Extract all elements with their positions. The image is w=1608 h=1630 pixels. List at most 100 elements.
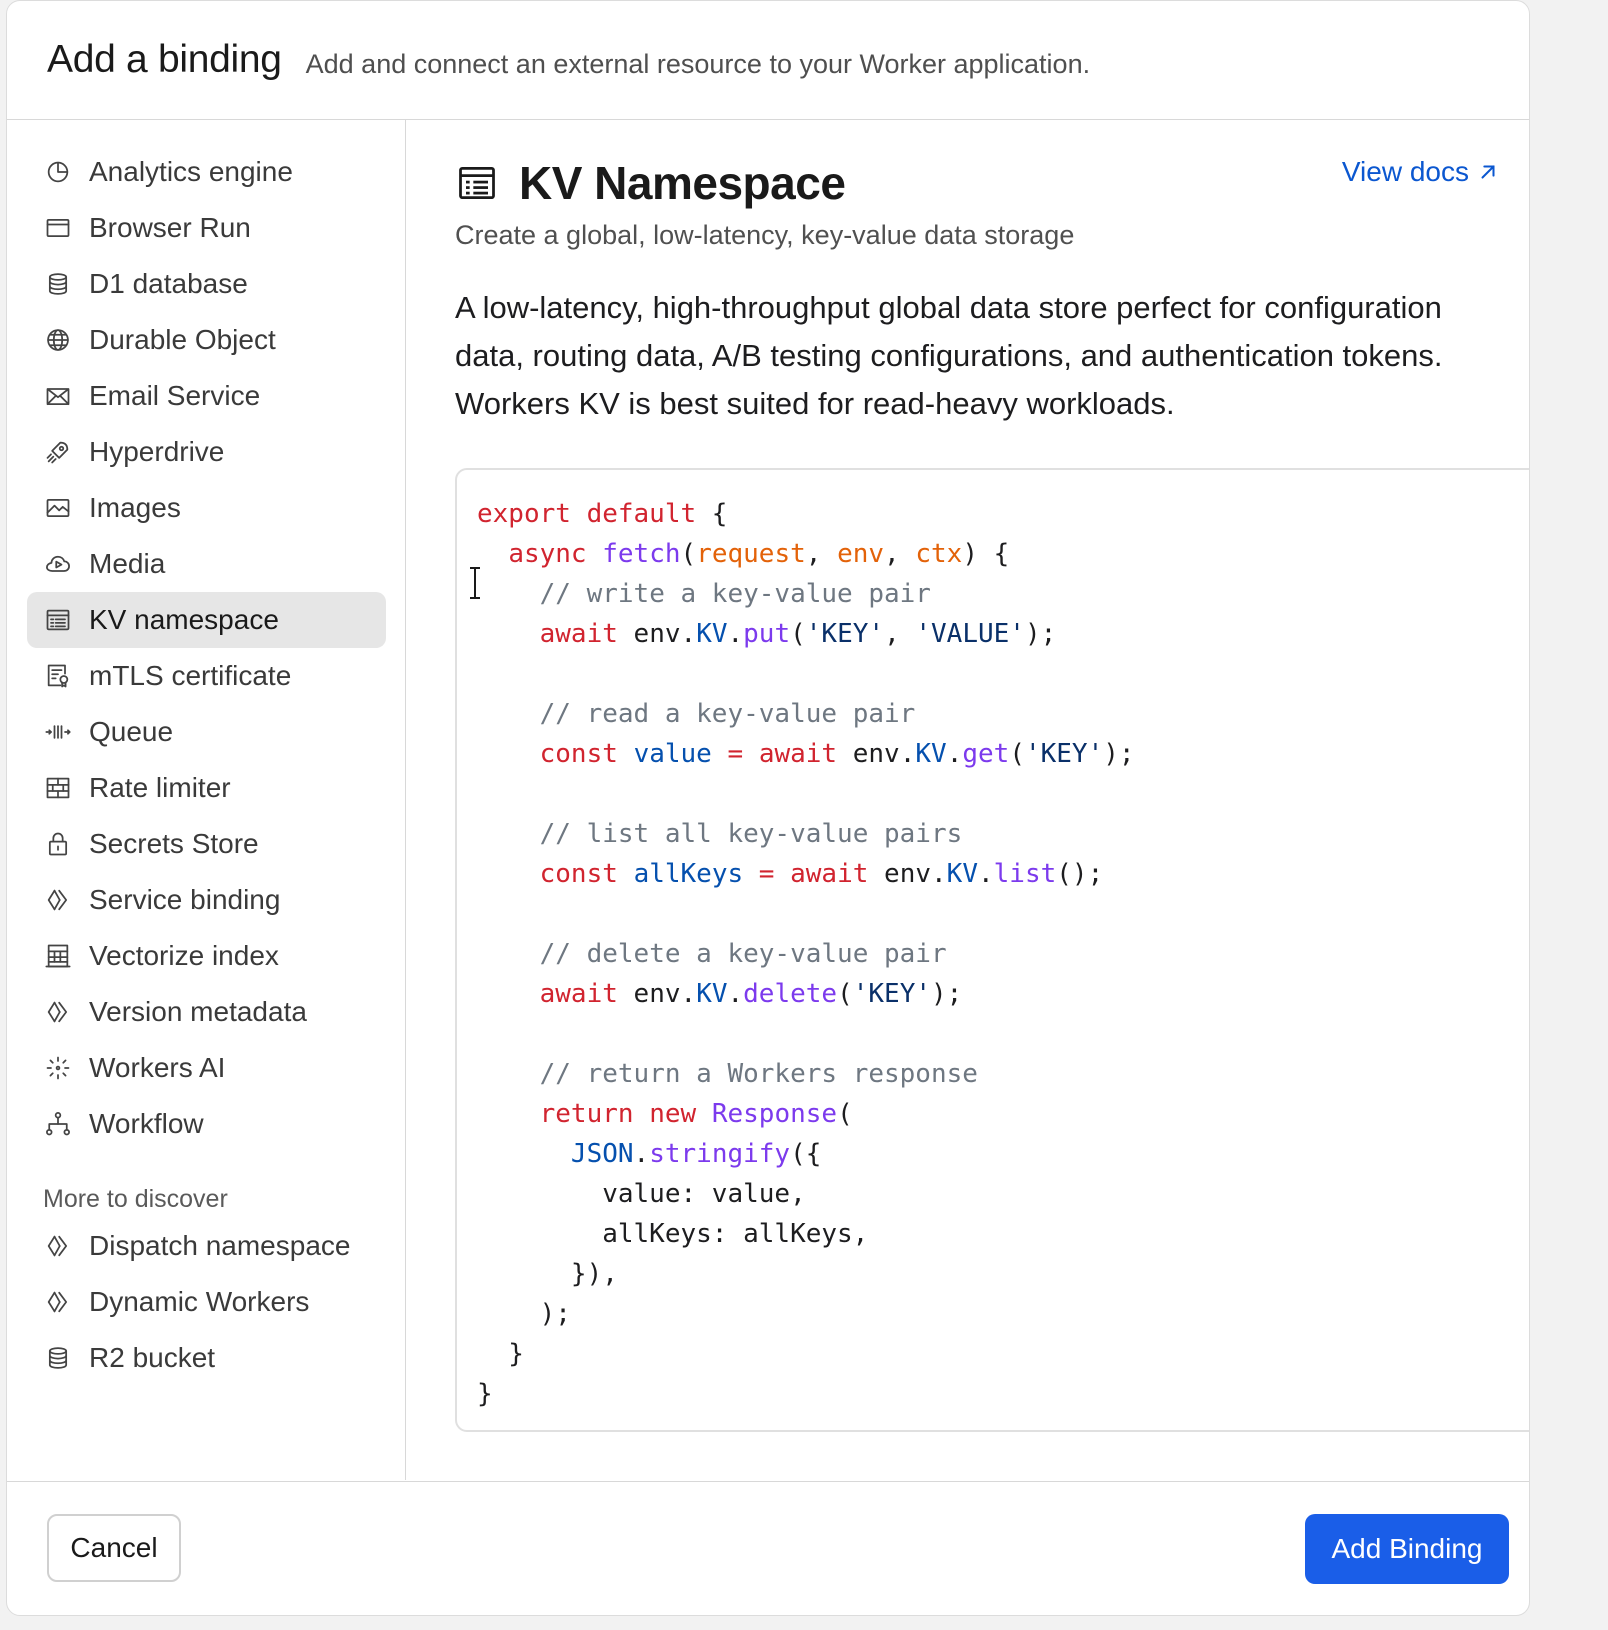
code-line: } [477,1334,1529,1374]
view-docs-link[interactable]: View docs [1342,156,1499,188]
sidebar-item-durable-object[interactable]: Durable Object [27,312,386,368]
code-token: await [790,859,869,889]
sidebar-item-media[interactable]: Media [27,536,386,592]
code-token: . [727,619,744,649]
sidebar-item-workers-ai[interactable]: Workers AI [27,1040,386,1096]
code-token: KV [696,619,728,649]
code-token: 'KEY' [805,619,885,649]
code-token: delete [743,979,838,1009]
sidebar-item-label: Durable Object [89,324,276,355]
sidebar-item-dispatch-namespace[interactable]: Dispatch namespace [27,1218,386,1274]
code-token: const [539,739,618,769]
code-line: JSON.stringify({ [477,1134,1529,1174]
view-docs-label: View docs [1341,156,1469,187]
sparkle-icon [43,1053,73,1083]
code-token: allKeys: allKeys, [477,1219,869,1249]
code-example[interactable]: export default { async fetch(request, en… [455,468,1529,1432]
binding-detail-panel: KV Namespace View docs Create a global, … [407,120,1529,1480]
code-token: ( [790,619,806,649]
code-token: KV [696,979,728,1009]
vectorize-icon [43,941,73,971]
sidebar-item-label: Dynamic Workers [89,1286,310,1317]
arrow-up-right-icon [1481,165,1495,179]
code-token: 'KEY' [1024,739,1104,769]
code-line: allKeys: allKeys, [477,1214,1529,1254]
sidebar-item-rate-limiter[interactable]: Rate limiter [27,760,386,816]
browser-icon [43,213,73,243]
database-icon [43,1343,73,1373]
sidebar-item-label: Vectorize index [89,940,279,971]
code-token: stringify [649,1139,791,1169]
queue-icon [43,717,73,747]
sidebar-item-analytics-engine[interactable]: Analytics engine [27,144,386,200]
sidebar-item-browser-run[interactable]: Browser Run [27,200,386,256]
code-line: const value = await env.KV.get('KEY'); [477,734,1529,774]
sidebar-item-vectorize-index[interactable]: Vectorize index [27,928,386,984]
sidebar-item-kv-namespace[interactable]: KV namespace [27,592,386,648]
sidebar-item-label: Rate limiter [89,772,231,803]
binding-type-sidebar: Analytics engine Browser Run D1 database Du… [7,120,406,1480]
globe-icon [43,325,73,355]
workers-icon [43,1231,73,1261]
code-token: await [758,739,838,769]
code-line: }), [477,1254,1529,1294]
cancel-button[interactable]: Cancel [47,1514,181,1582]
text-cursor-icon [470,567,480,599]
sidebar-item-queue[interactable]: Queue [27,704,386,760]
sidebar-item-d1-database[interactable]: D1 database [27,256,386,312]
code-line: async fetch(request, env, ctx) { [477,534,1529,574]
sidebar-item-email-service[interactable]: Email Service [27,368,386,424]
sidebar-item-images[interactable]: Images [27,480,386,536]
sidebar-item-label: Workers AI [89,1052,226,1083]
add-binding-button[interactable]: Add Binding [1305,1514,1509,1584]
sidebar-item-label: Browser Run [89,212,251,243]
workers-icon [43,997,73,1027]
sidebar-item-label: Dispatch namespace [89,1230,351,1261]
code-token: . [946,739,963,769]
sidebar-item-label: Email Service [89,380,261,411]
code-token: 'VALUE' [915,619,1025,649]
certificate-icon [43,661,73,691]
code-token: }), [477,1259,618,1289]
code-token: env [837,539,885,569]
database-icon [43,269,73,299]
code-token: Response [711,1099,838,1129]
sidebar-item-secrets-store[interactable]: Secrets Store [27,816,386,872]
sidebar-item-r2-bucket[interactable]: R2 bucket [27,1330,386,1386]
code-token: , [884,619,916,649]
sidebar-item-label: mTLS certificate [89,660,292,691]
detail-title-row: KV Namespace [455,156,846,210]
code-token: ); [1103,739,1135,769]
code-token: 'KEY' [852,979,932,1009]
sidebar-item-mtls-certificate[interactable]: mTLS certificate [27,648,386,704]
code-line: } [477,1374,1529,1414]
discover-heading: More to discover [43,1185,228,1213]
sidebar-item-service-binding[interactable]: Service binding [27,872,386,928]
sidebar-item-label: Service binding [89,884,281,915]
sidebar-item-label: Secrets Store [89,828,259,859]
code-token: fetch [602,539,681,569]
code-token: env. [617,619,697,649]
code-line: const allKeys = await env.KV.list(); [477,854,1529,894]
brick-wall-icon [43,773,73,803]
code-token: list [993,859,1057,889]
sidebar-item-hyperdrive[interactable]: Hyperdrive [27,424,386,480]
code-token: // list all key-value pairs [539,819,963,849]
sidebar-item-workflow[interactable]: Workflow [27,1096,386,1152]
code-token: ); [931,979,963,1009]
sidebar-item-dynamic-workers[interactable]: Dynamic Workers [27,1274,386,1330]
sidebar-item-version-metadata[interactable]: Version metadata [27,984,386,1040]
detail-title: KV Namespace [519,157,846,209]
